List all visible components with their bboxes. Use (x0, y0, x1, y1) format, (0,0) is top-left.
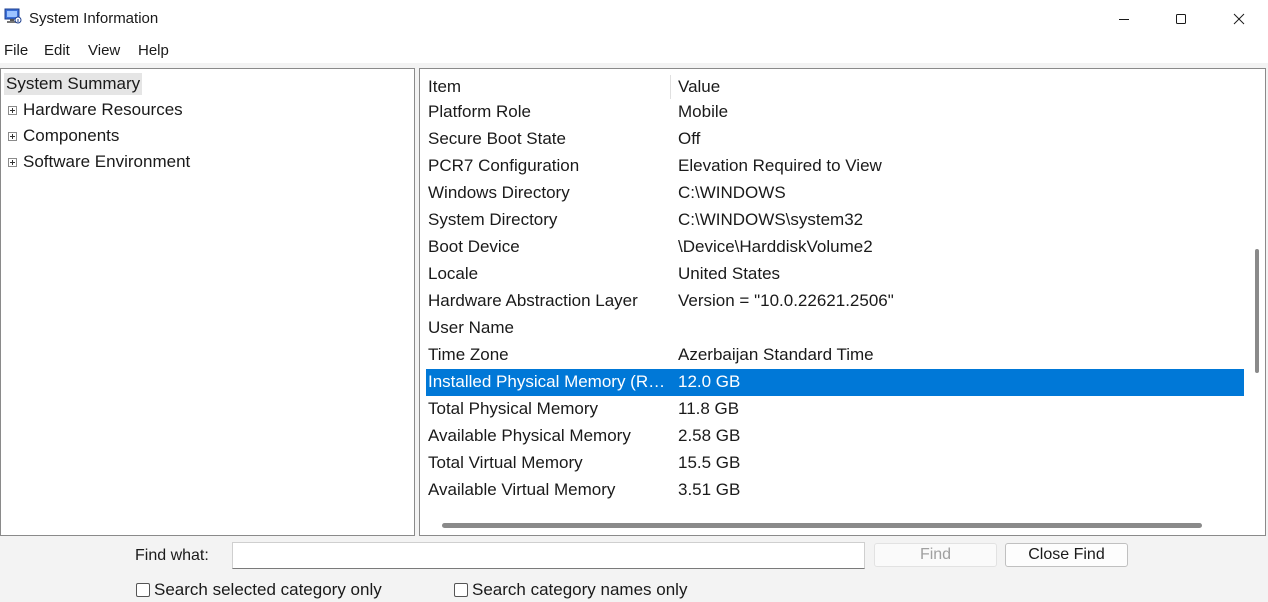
tree-item-components[interactable]: Components (8, 125, 119, 147)
item-cell: User Name (428, 318, 514, 337)
expand-icon[interactable] (8, 157, 17, 167)
column-header-item[interactable]: Item (428, 77, 461, 97)
minimize-icon (1119, 18, 1129, 20)
table-row[interactable]: Boot Device \Device\HarddiskVolume2 (426, 234, 1244, 261)
close-window-button[interactable] (1210, 0, 1268, 37)
item-cell: Time Zone (428, 345, 509, 364)
system-information-icon (4, 8, 22, 24)
item-cell: Boot Device (428, 237, 520, 256)
value-cell: 2.58 GB (678, 426, 741, 445)
tree-item-label: Software Environment (23, 152, 191, 171)
item-cell: Platform Role (428, 102, 531, 121)
table-row[interactable]: Hardware Abstraction Layer Version = "10.… (426, 288, 1244, 315)
table-row[interactable]: Total Virtual Memory 15.5 GB (426, 450, 1244, 477)
menu-edit[interactable]: Edit (44, 42, 70, 59)
table-row[interactable]: Available Physical Memory 2.58 GB (426, 423, 1244, 450)
value-cell: Azerbaijan Standard Time (678, 345, 874, 364)
close-icon (1233, 13, 1245, 24)
table-row[interactable]: Total Physical Memory 11.8 GB (426, 396, 1244, 423)
vertical-scroll-thumb[interactable] (1255, 249, 1259, 373)
maximize-icon (1176, 13, 1186, 24)
close-find-button[interactable]: Close Find (1005, 543, 1128, 567)
menu-file[interactable]: File (4, 42, 28, 59)
item-cell: Hardware Abstraction Layer (428, 291, 638, 310)
find-what-label: Find what: (135, 547, 209, 564)
tree-item-label: Hardware Resources (23, 100, 183, 119)
table-row[interactable]: Platform Role Mobile (426, 99, 1244, 126)
details-list[interactable]: Item Value Platform Role Mobile Secure Boo… (419, 68, 1266, 536)
value-cell: C:\WINDOWS\system32 (678, 210, 864, 229)
table-row[interactable]: User Name (426, 315, 1244, 342)
tree-item-hardware-resources[interactable]: Hardware Resources (8, 99, 183, 121)
table-row[interactable]: Installed Physical Memory (RAM) 12.0 GB (426, 369, 1244, 396)
search-category-names-checkbox[interactable]: Search category names only (454, 580, 687, 600)
window-title: System Information (29, 10, 159, 27)
item-cell: System Directory (428, 210, 558, 229)
vertical-scrollbar[interactable] (1245, 69, 1265, 515)
value-cell: United States (678, 264, 781, 283)
item-cell: Available Virtual Memory (428, 480, 616, 499)
minimize-button[interactable] (1095, 0, 1153, 37)
tree-item-system-summary[interactable]: System Summary (4, 73, 143, 95)
item-cell: Installed Physical Memory (RAM) (428, 372, 674, 391)
find-button[interactable]: Find (874, 543, 997, 567)
value-cell: 3.51 GB (678, 480, 741, 499)
find-what-input[interactable] (232, 542, 865, 569)
tree-item-label: Components (23, 126, 120, 145)
item-cell: Windows Directory (428, 183, 570, 202)
table-row[interactable]: Secure Boot State Off (426, 126, 1244, 153)
item-cell: Available Physical Memory (428, 426, 631, 445)
horizontal-scroll-thumb[interactable] (442, 523, 1202, 528)
value-cell: 12.0 GB (678, 372, 741, 391)
value-cell: Mobile (678, 102, 729, 121)
item-cell: Total Physical Memory (428, 399, 599, 418)
item-cell: Secure Boot State (428, 129, 566, 148)
table-row[interactable]: Available Virtual Memory 3.51 GB (426, 477, 1244, 504)
item-cell: Locale (428, 264, 479, 283)
list-header: Item Value (420, 73, 1245, 99)
expand-icon[interactable] (8, 105, 17, 115)
search-selected-category-checkbox[interactable]: Search selected category only (136, 580, 382, 600)
checkbox-box[interactable] (136, 583, 150, 597)
value-cell: \Device\HarddiskVolume2 (678, 237, 873, 256)
table-row[interactable]: PCR7 Configuration Elevation Required to … (426, 153, 1244, 180)
value-cell: Off (678, 129, 701, 148)
value-cell: Elevation Required to View (678, 156, 882, 175)
table-row[interactable]: Locale United States (426, 261, 1244, 288)
table-row[interactable]: Windows Directory C:\WINDOWS (426, 180, 1244, 207)
menu-help[interactable]: Help (138, 42, 169, 59)
item-cell: PCR7 Configuration (428, 156, 580, 175)
horizontal-scrollbar[interactable] (420, 515, 1245, 535)
item-cell: Total Virtual Memory (428, 453, 583, 472)
table-row[interactable]: Time Zone Azerbaijan Standard Time (426, 342, 1244, 369)
column-header-value[interactable]: Value (678, 77, 720, 97)
table-row[interactable]: System Directory C:\WINDOWS\system32 (426, 207, 1244, 234)
title-bar: System Information (0, 0, 1268, 37)
maximize-button[interactable] (1152, 0, 1210, 37)
menu-bar: File Edit View Help (0, 37, 1268, 63)
menu-view[interactable]: View (88, 42, 120, 59)
value-cell: C:\WINDOWS (678, 183, 786, 202)
checkbox-label: Search selected category only (154, 580, 382, 599)
checkbox-label: Search category names only (472, 580, 688, 599)
category-tree[interactable]: System Summary Hardware Resources Compon… (0, 68, 415, 536)
expand-icon[interactable] (8, 131, 17, 141)
value-cell: 15.5 GB (678, 453, 741, 472)
value-cell: Version = "10.0.22621.2506" (678, 291, 894, 310)
column-divider[interactable] (670, 75, 671, 99)
checkbox-box[interactable] (454, 583, 468, 597)
value-cell: 11.8 GB (678, 399, 740, 418)
tree-item-software-environment[interactable]: Software Environment (8, 151, 190, 173)
